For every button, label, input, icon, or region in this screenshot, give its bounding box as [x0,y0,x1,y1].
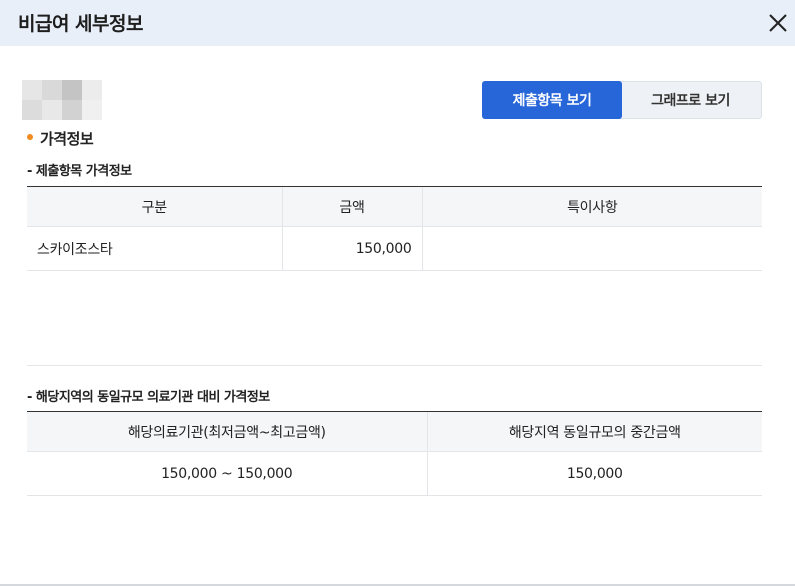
regional-price-table: 해당의료기관(최저금액~최고금액) 해당지역 동일규모의 중간금액 150,00… [27,411,762,496]
cell-note [421,226,762,271]
cell-category: 스카이조스타 [27,226,282,271]
submitted-price-table: 구분 금액 특이사항 스카이조스타 150,000 [27,186,762,271]
table-row: 스카이조스타 150,000 [27,226,762,271]
close-button[interactable] [763,8,793,38]
table-header-row: 해당의료기관(최저금액~최고금액) 해당지역 동일규모의 중간금액 [27,411,762,452]
table-header-row: 구분 금액 특이사항 [27,186,762,227]
blurred-thumbnail [22,80,102,120]
section-divider [27,365,762,366]
column-header-median: 해당지역 동일규모의 중간금액 [426,411,762,452]
submitted-view-button[interactable]: 제출항목 보기 [482,81,622,119]
column-header-category: 구분 [27,186,282,227]
column-header-note: 특이사항 [421,186,762,227]
column-header-range: 해당의료기관(최저금액~최고금액) [27,411,427,452]
cell-amount: 150,000 [281,226,422,271]
column-header-amount: 금액 [281,186,422,227]
modal-header: 비급여 세부정보 [0,0,795,46]
close-icon [769,14,787,32]
section-title: 가격정보 [40,130,94,148]
submitted-price-subtitle: - 제출항목 가격정보 [27,164,132,179]
modal-title: 비급여 세부정보 [18,13,143,35]
table-row: 150,000 ~ 150,000 150,000 [27,451,762,496]
view-toggle: 제출항목 보기 그래프로 보기 [482,81,762,119]
graph-view-button[interactable]: 그래프로 보기 [619,81,762,119]
cell-range: 150,000 ~ 150,000 [27,451,427,496]
regional-price-subtitle: - 해당지역의 동일규모 의료기관 대비 가격정보 [27,390,270,405]
cell-median: 150,000 [426,451,762,496]
